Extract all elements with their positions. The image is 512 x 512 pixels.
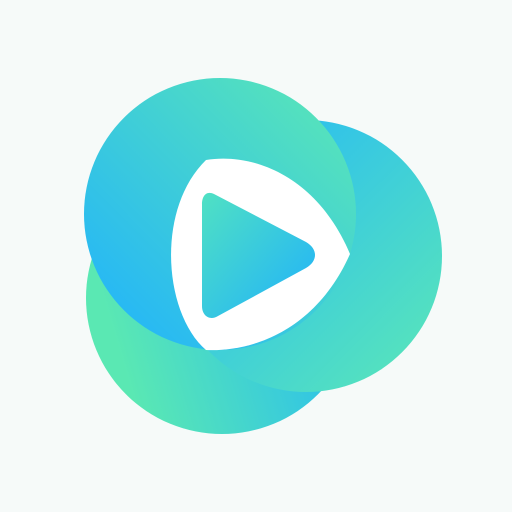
app-icon-canvas xyxy=(0,0,512,512)
video-player-logo-icon xyxy=(84,78,442,434)
